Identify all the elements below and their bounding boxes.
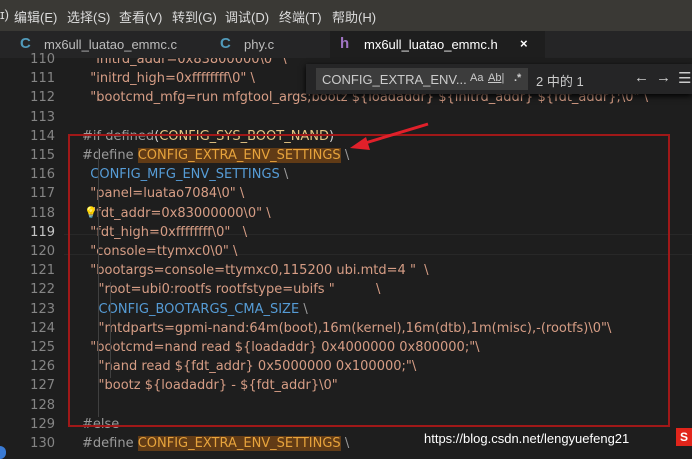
annotation-arrow [350,122,429,150]
csdn-logo-icon: S [676,428,692,446]
watermark: https://blog.csdn.net/lengyuefeng21 [424,431,630,446]
